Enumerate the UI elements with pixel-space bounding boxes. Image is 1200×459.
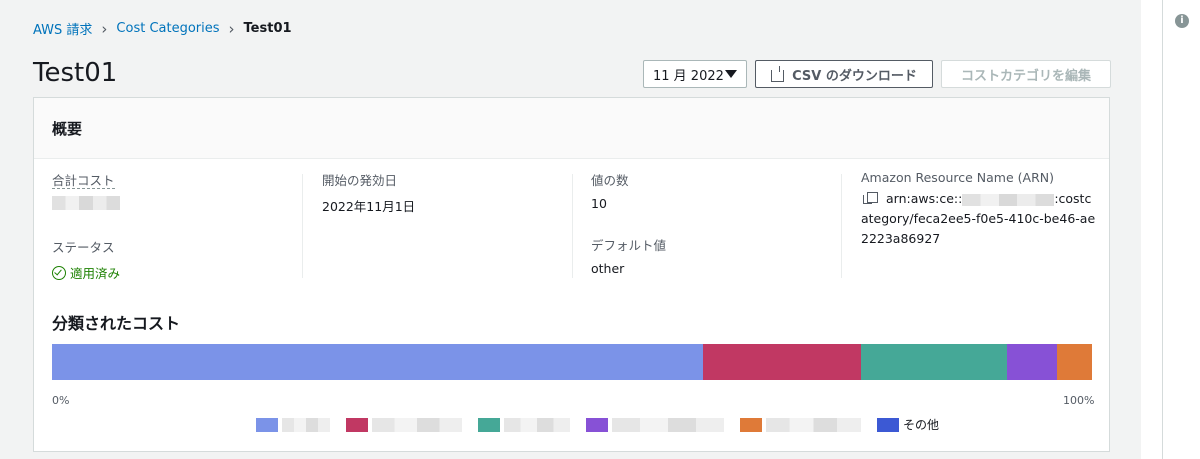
main-content: AWS 請求 › Cost Categories › Test01 Test01… [0, 0, 1141, 459]
legend-label-redacted [612, 417, 724, 432]
breadcrumb-cost-categories-link[interactable]: Cost Categories [116, 21, 219, 36]
scrollbar-rail[interactable] [1162, 0, 1163, 459]
legend-label: その他 [903, 418, 940, 432]
chart-legend: その他 [256, 416, 955, 433]
caret-down-icon [725, 70, 737, 78]
legend-label-redacted [282, 417, 330, 432]
value-count: 10 [591, 196, 607, 211]
check-circle-icon [52, 265, 66, 280]
edit-cost-category-label: コストカテゴリを編集 [960, 68, 1091, 84]
bar-segment[interactable] [52, 344, 704, 380]
tick-end: 100% [1063, 394, 1095, 407]
breadcrumb-billing-link[interactable]: AWS 請求 [33, 19, 92, 38]
legend-swatch [256, 417, 278, 432]
right-gutter [1141, 0, 1200, 459]
column-arn: Amazon Resource Name (ARN) arn:aws:ce:::… [861, 170, 1097, 249]
stacked-cost-bar [52, 344, 1092, 380]
legend-item: その他 [877, 416, 939, 433]
bar-segment[interactable] [861, 344, 1007, 380]
legend-item [586, 417, 724, 432]
overview-header: 概要 [34, 98, 1109, 159]
overview-panel: 概要 合計コスト ステータス 適用済み 開始の発効日 2022年11月1日 値の… [33, 97, 1110, 452]
legend-swatch [346, 417, 368, 432]
column-divider [841, 174, 842, 278]
default-value: other [591, 261, 625, 276]
legend-label-redacted [372, 417, 462, 432]
total-cost-value-redacted [52, 196, 120, 210]
page-title: Test01 [33, 58, 118, 88]
legend-item [256, 417, 330, 432]
breadcrumb: AWS 請求 › Cost Categories › Test01 [33, 19, 292, 39]
column-values: 値の数 10 デフォルト値 other [591, 170, 666, 276]
start-date-value: 2022年11月1日 [322, 199, 416, 214]
total-cost-label[interactable]: 合計コスト [52, 173, 115, 189]
categorized-cost-title: 分類されたコスト [52, 314, 181, 333]
column-divider [572, 174, 573, 278]
bar-segment[interactable] [1056, 344, 1092, 380]
edit-cost-category-button[interactable]: コストカテゴリを編集 [941, 60, 1111, 88]
csv-download-label: CSV のダウンロード [792, 68, 917, 84]
bar-segment[interactable] [703, 344, 862, 380]
month-select[interactable]: 11 月 2022 [643, 60, 747, 88]
status-text: 適用済み [70, 266, 121, 281]
value-count-label: 値の数 [591, 173, 629, 188]
copy-icon[interactable] [863, 192, 878, 204]
start-date-label: 開始の発効日 [322, 173, 398, 188]
legend-item [740, 417, 861, 432]
chevron-right-icon: › [101, 19, 108, 38]
legend-item [346, 417, 462, 432]
status-label: ステータス [52, 240, 115, 255]
legend-swatch [877, 417, 899, 432]
status-value: 適用済み [52, 263, 120, 282]
column-start-date: 開始の発効日 2022年11月1日 [322, 170, 415, 215]
download-icon [771, 66, 785, 82]
legend-label-redacted [766, 417, 861, 432]
column-cost-status: 合計コスト ステータス 適用済み [52, 170, 120, 282]
overview-title: 概要 [52, 120, 83, 138]
info-icon[interactable]: i [1175, 14, 1189, 28]
column-divider [302, 174, 303, 278]
tick-start: 0% [52, 394, 70, 407]
legend-label-redacted [504, 417, 570, 432]
breadcrumb-current: Test01 [243, 21, 292, 36]
legend-swatch [586, 417, 608, 432]
chevron-right-icon: › [228, 19, 235, 38]
csv-download-button[interactable]: CSV のダウンロード [755, 60, 933, 88]
arn-prefix: arn:aws:ce:: [886, 191, 963, 206]
arn-label: Amazon Resource Name (ARN) [861, 170, 1054, 185]
bar-segment[interactable] [1006, 344, 1057, 380]
month-select-value: 11 月 2022 [653, 68, 724, 84]
legend-swatch [740, 417, 762, 432]
arn-value: arn:aws:ce:::costcategory/feca2ee5-f0e5-… [861, 189, 1097, 249]
legend-swatch [478, 417, 500, 432]
account-id-redacted [962, 193, 1055, 206]
default-value-label: デフォルト値 [591, 238, 667, 253]
legend-item [478, 417, 570, 432]
